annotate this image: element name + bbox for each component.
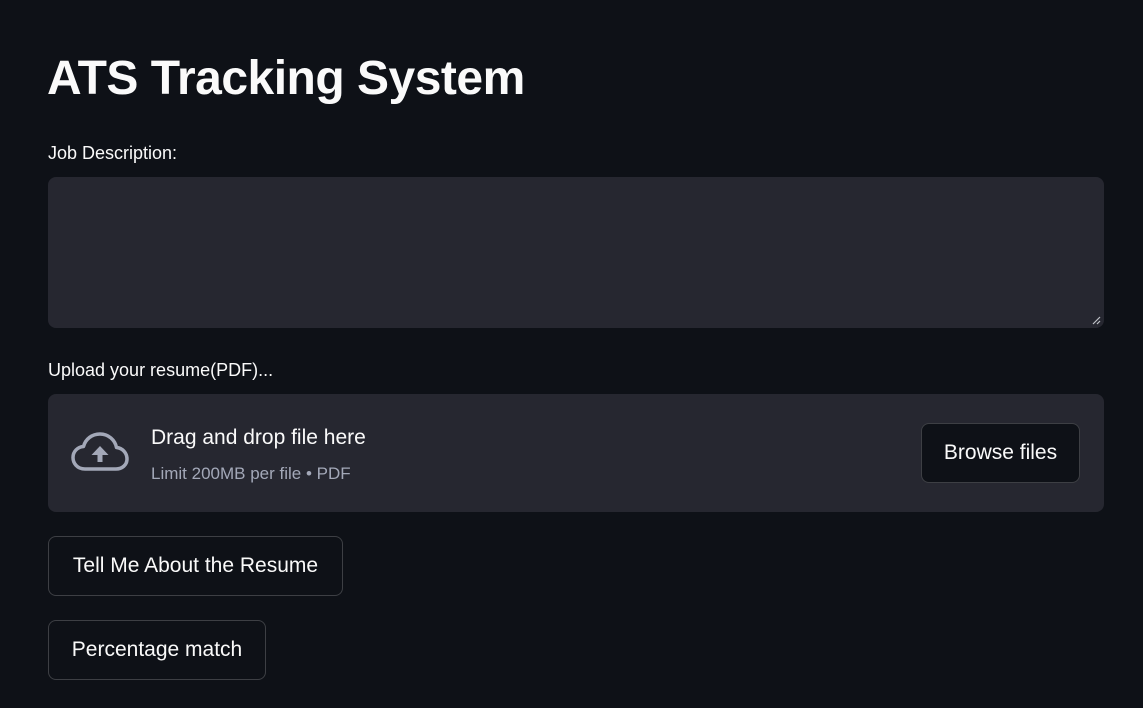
file-dropzone[interactable]: Drag and drop file here Limit 200MB per … [48,394,1104,512]
cloud-upload-icon [71,432,129,471]
page-title: ATS Tracking System [47,52,525,105]
job-description-label: Job Description: [48,143,178,163]
upload-label: Upload your resume(PDF)... [48,360,274,380]
main-container: ATS Tracking System Job Description: Upl… [0,0,1143,708]
job-description-box [48,177,1104,328]
dropzone-limit-text: Limit 200MB per file • PDF [151,464,351,483]
browse-files-button[interactable]: Browse files [921,423,1080,483]
job-description-textarea[interactable] [48,177,1104,328]
tell-me-about-resume-button[interactable]: Tell Me About the Resume [48,536,343,596]
dropzone-title: Drag and drop file here [151,426,366,449]
resize-grip-icon[interactable] [1091,315,1101,325]
percentage-match-button[interactable]: Percentage match [48,620,266,680]
